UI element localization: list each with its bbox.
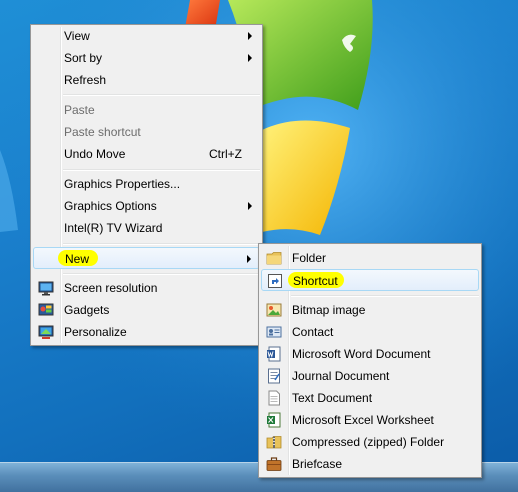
menu-item-label: Contact xyxy=(292,325,334,339)
briefcase-icon xyxy=(266,457,282,471)
menu-item-label: Text Document xyxy=(292,391,373,405)
new-submenu: Folder Shortcut Bitmap image Contact Mic… xyxy=(258,243,482,478)
submenu-item-bitmap-image[interactable]: Bitmap image xyxy=(261,299,479,321)
submenu-item-contact[interactable]: Contact xyxy=(261,321,479,343)
menu-item-paste[interactable]: Paste xyxy=(33,99,260,121)
menu-item-label: Microsoft Word Document xyxy=(292,347,431,361)
menu-item-paste-shortcut[interactable]: Paste shortcut xyxy=(33,121,260,143)
menu-item-refresh[interactable]: Refresh xyxy=(33,69,260,91)
menu-separator xyxy=(63,273,260,275)
gadgets-icon xyxy=(38,303,54,316)
menu-item-label: View xyxy=(64,29,90,43)
journal-icon xyxy=(268,368,280,384)
menu-item-label: Journal Document xyxy=(292,369,390,383)
menu-item-label: Compressed (zipped) Folder xyxy=(292,435,445,449)
menu-item-label: Shortcut xyxy=(293,274,338,288)
bitmap-icon xyxy=(266,303,282,317)
excel-icon xyxy=(267,412,281,428)
shortcut-icon xyxy=(268,274,282,288)
contact-icon xyxy=(266,326,282,338)
submenu-item-excel-worksheet[interactable]: Microsoft Excel Worksheet xyxy=(261,409,479,431)
menu-item-label: Graphics Options xyxy=(64,199,157,213)
menu-item-label: Briefcase xyxy=(292,457,343,471)
menu-item-label: Paste xyxy=(64,103,95,117)
personalize-icon xyxy=(38,325,54,339)
menu-item-label: Personalize xyxy=(64,325,127,339)
desktop-context-menu: View Sort by Refresh Paste Paste shortcu… xyxy=(30,24,263,346)
submenu-item-shortcut[interactable]: Shortcut xyxy=(261,269,479,291)
menu-item-graphics-options[interactable]: Graphics Options xyxy=(33,195,260,217)
menu-item-label: Refresh xyxy=(64,73,107,87)
menu-item-graphics-properties[interactable]: Graphics Properties... xyxy=(33,173,260,195)
menu-item-gadgets[interactable]: Gadgets xyxy=(33,299,260,321)
word-document-icon xyxy=(267,346,281,362)
submenu-item-journal-document[interactable]: Journal Document xyxy=(261,365,479,387)
menu-item-label: Graphics Properties... xyxy=(64,177,181,191)
submenu-arrow-icon xyxy=(247,255,251,263)
menu-item-screen-resolution[interactable]: Screen resolution xyxy=(33,277,260,299)
menu-item-label: Microsoft Excel Worksheet xyxy=(292,413,434,427)
menu-item-label: Bitmap image xyxy=(292,303,366,317)
menu-item-label: Folder xyxy=(292,251,327,265)
display-icon xyxy=(38,281,54,296)
menu-separator xyxy=(63,169,260,171)
submenu-item-text-document[interactable]: Text Document xyxy=(261,387,479,409)
menu-item-label: New xyxy=(65,252,90,266)
folder-icon xyxy=(266,252,282,265)
menu-item-label: Gadgets xyxy=(64,303,110,317)
keyboard-shortcut: Ctrl+Z xyxy=(209,147,242,161)
submenu-item-folder[interactable]: Folder xyxy=(261,247,479,269)
menu-item-label: Intel(R) TV Wizard xyxy=(64,221,163,235)
menu-item-intel-tv-wizard[interactable]: Intel(R) TV Wizard xyxy=(33,217,260,239)
zip-folder-icon xyxy=(266,436,282,449)
menu-item-label: Sort by xyxy=(64,51,103,65)
text-document-icon xyxy=(268,390,280,406)
submenu-item-briefcase[interactable]: Briefcase xyxy=(261,453,479,475)
menu-item-label: Paste shortcut xyxy=(64,125,141,139)
submenu-arrow-icon xyxy=(248,202,252,210)
menu-separator xyxy=(63,94,260,96)
submenu-arrow-icon xyxy=(248,32,252,40)
menu-item-new[interactable]: New xyxy=(33,247,260,269)
menu-separator xyxy=(63,243,260,245)
submenu-arrow-icon xyxy=(248,54,252,62)
menu-separator xyxy=(291,295,479,297)
menu-item-label: Screen resolution xyxy=(64,281,158,295)
menu-item-personalize[interactable]: Personalize xyxy=(33,321,260,343)
submenu-item-zipped-folder[interactable]: Compressed (zipped) Folder xyxy=(261,431,479,453)
submenu-item-word-document[interactable]: Microsoft Word Document xyxy=(261,343,479,365)
menu-item-label: Undo Move xyxy=(64,147,126,161)
menu-item-sort-by[interactable]: Sort by xyxy=(33,47,260,69)
menu-item-undo-move[interactable]: Undo Move Ctrl+Z xyxy=(33,143,260,165)
menu-item-view[interactable]: View xyxy=(33,25,260,47)
